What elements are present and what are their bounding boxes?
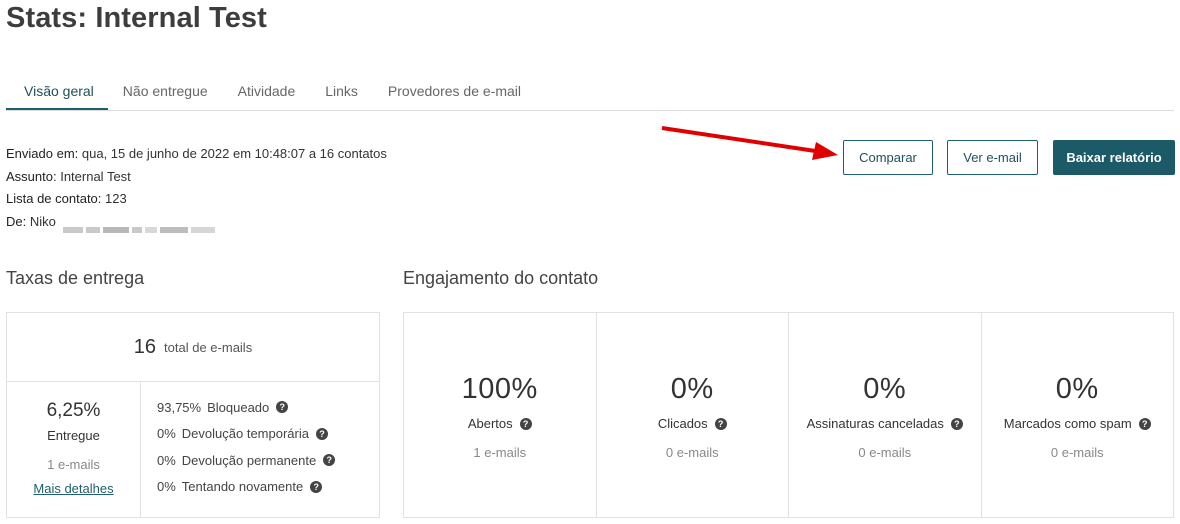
sent-row: Enviado em: qua, 15 de junho de 2022 em … [6, 143, 387, 166]
engagement-spam: 0% Marcados como spam? 0 e-mails [982, 313, 1174, 517]
status-blocked: 93,75% Bloqueado ? [157, 394, 335, 421]
tab-links[interactable]: Links [310, 72, 373, 109]
clicked-pct: 0% [670, 373, 714, 405]
redacted-sender [63, 218, 218, 234]
sent-value: qua, 15 de junho de 2022 em 10:48:07 a 1… [78, 146, 387, 161]
status-soft-bounce: 0% Devolução temporária ? [157, 421, 335, 448]
spam-count: 0 e-mails [1050, 445, 1104, 460]
spam-label: Marcados como spam [1003, 416, 1132, 431]
total-count: 16 [133, 335, 157, 358]
campaign-meta: Enviado em: qua, 15 de junho de 2022 em … [6, 143, 387, 234]
total-emails: 16 total de e-mails [7, 313, 379, 382]
engagement-opened: 100% Abertos? 1 e-mails [404, 313, 597, 517]
unsubscribed-count: 0 e-mails [858, 445, 912, 460]
total-label: total de e-mails [164, 339, 253, 355]
spam-pct: 0% [1055, 373, 1099, 405]
tab-atividade[interactable]: Atividade [223, 72, 311, 109]
tab-visao-geral[interactable]: Visão geral [6, 72, 108, 110]
engagement-unsubscribed: 0% Assinaturas canceladas? 0 e-mails [789, 313, 982, 517]
delivery-section-title: Taxas de entrega [6, 268, 145, 288]
subject-label: Assunto: [6, 168, 57, 184]
question-circle-icon[interactable]: ? [950, 417, 963, 430]
status-hard-bounce: 0% Devolução permanente ? [157, 447, 336, 474]
tab-provedores[interactable]: Provedores de e-mail [373, 72, 536, 109]
page-title: Stats: Internal Test [6, 2, 267, 34]
sent-label: Enviado em: [6, 146, 79, 161]
question-circle-icon[interactable]: ? [519, 417, 532, 430]
question-circle-icon[interactable]: ? [315, 427, 328, 440]
delivered-label: Entregue [47, 428, 100, 443]
clicked-label: Clicados [657, 416, 708, 431]
delivery-breakdown: 6,25% Entregue 1 e-mails Mais detalhes 9… [7, 382, 379, 518]
red-arrow-icon [661, 126, 838, 160]
question-circle-icon[interactable]: ? [276, 401, 289, 414]
engagement-section-title: Engajamento do contato [403, 268, 599, 288]
delivered-summary: 6,25% Entregue 1 e-mails Mais detalhes [7, 382, 141, 518]
tab-nao-entregue[interactable]: Não entregue [108, 72, 223, 109]
question-circle-icon[interactable]: ? [323, 454, 336, 467]
compare-button[interactable]: Comparar [843, 140, 933, 175]
subject-row: Assunto: Internal Test [6, 166, 387, 189]
list-row: Lista de contato: 123 [6, 188, 387, 211]
engagement-clicked: 0% Clicados? 0 e-mails [597, 313, 789, 517]
delivered-pct: 6,25% [46, 400, 101, 421]
from-label: De: [6, 213, 27, 229]
from-value: Niko [26, 213, 56, 229]
delivery-status-list: 93,75% Bloqueado ? 0% Devolução temporár… [141, 382, 336, 518]
opened-count: 1 e-mails [473, 445, 527, 460]
subject-value: Internal Test [56, 168, 131, 184]
download-report-button[interactable]: Baixar relatório [1053, 140, 1175, 175]
delivery-card: 16 total de e-mails 6,25% Entregue 1 e-m… [6, 312, 380, 518]
more-details-link[interactable]: Mais detalhes [33, 481, 113, 496]
delivered-count: 1 e-mails [47, 457, 100, 472]
from-row: De: Niko [6, 211, 387, 234]
view-email-button[interactable]: Ver e-mail [947, 140, 1038, 175]
status-retrying: 0% Tentando novamente ? [157, 474, 335, 501]
opened-label: Abertos [467, 416, 513, 431]
unsubscribed-pct: 0% [863, 373, 907, 405]
clicked-count: 0 e-mails [665, 445, 719, 460]
question-circle-icon[interactable]: ? [1138, 417, 1151, 430]
tab-bar: Visão geral Não entregue Atividade Links… [6, 72, 1174, 111]
unsubscribed-label: Assinaturas canceladas [806, 416, 944, 431]
engagement-card: 100% Abertos? 1 e-mails 0% Clicados? 0 e… [403, 312, 1174, 518]
list-value: 123 [101, 191, 127, 206]
opened-pct: 100% [461, 373, 538, 405]
question-circle-icon[interactable]: ? [714, 417, 727, 430]
list-label: Lista de contato: [6, 191, 102, 206]
question-circle-icon[interactable]: ? [310, 480, 323, 493]
